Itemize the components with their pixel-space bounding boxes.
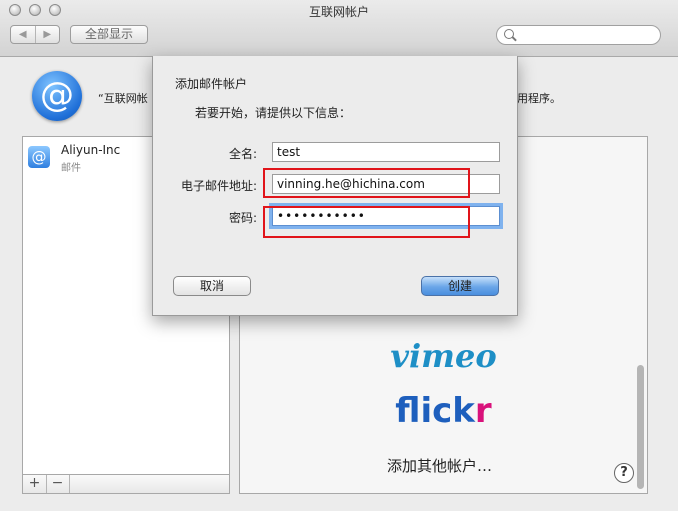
show-all-button[interactable]: 全部显示 [70,25,148,44]
create-button[interactable]: 创建 [421,276,499,296]
password-label: 密码: [228,211,257,225]
titlebar: 互联网帐户 ◀ ▶ 全部显示 [0,0,678,57]
at-icon: @ [28,146,50,168]
flickr-logo-r: r [474,391,492,431]
forward-button[interactable]: ▶ [36,26,60,43]
service-flickr[interactable]: flickr [240,391,647,431]
email-label: 电子邮件地址: [180,179,257,193]
fullname-input[interactable] [272,142,500,162]
internet-accounts-window: 互联网帐户 ◀ ▶ 全部显示 @ “互联网帐 其他应用程序。 @ Aliyun-… [0,0,678,511]
cancel-button[interactable]: 取消 [173,276,251,296]
remove-account-button[interactable]: − [46,475,70,493]
account-name: Aliyun-Inc [61,143,121,157]
service-list-scrollbar[interactable] [637,365,644,489]
service-vimeo[interactable]: vimeo [240,337,647,375]
email-highlight-box [263,168,470,198]
add-other-account-item[interactable]: 添加其他帐户… [387,455,492,476]
help-button[interactable]: ? [614,463,634,483]
back-button[interactable]: ◀ [11,26,36,43]
search-field[interactable] [496,25,661,45]
nav-segment: ◀ ▶ [10,25,60,44]
account-list-toolbar: + − [22,474,230,494]
account-type: 邮件 [61,163,81,174]
at-icon: @ [32,71,82,121]
add-account-button[interactable]: + [23,475,47,493]
description-text-left: “互联网帐 [98,92,148,105]
sheet-subtitle: 若要开始，请提供以下信息： [195,106,352,120]
flickr-logo-flick: flick [395,391,475,431]
password-highlight-box [263,206,470,238]
sheet-title: 添加邮件帐户 [175,77,248,91]
search-icon [504,29,514,39]
window-title: 互联网帐户 [308,5,369,19]
fullname-label: 全名: [228,147,257,161]
